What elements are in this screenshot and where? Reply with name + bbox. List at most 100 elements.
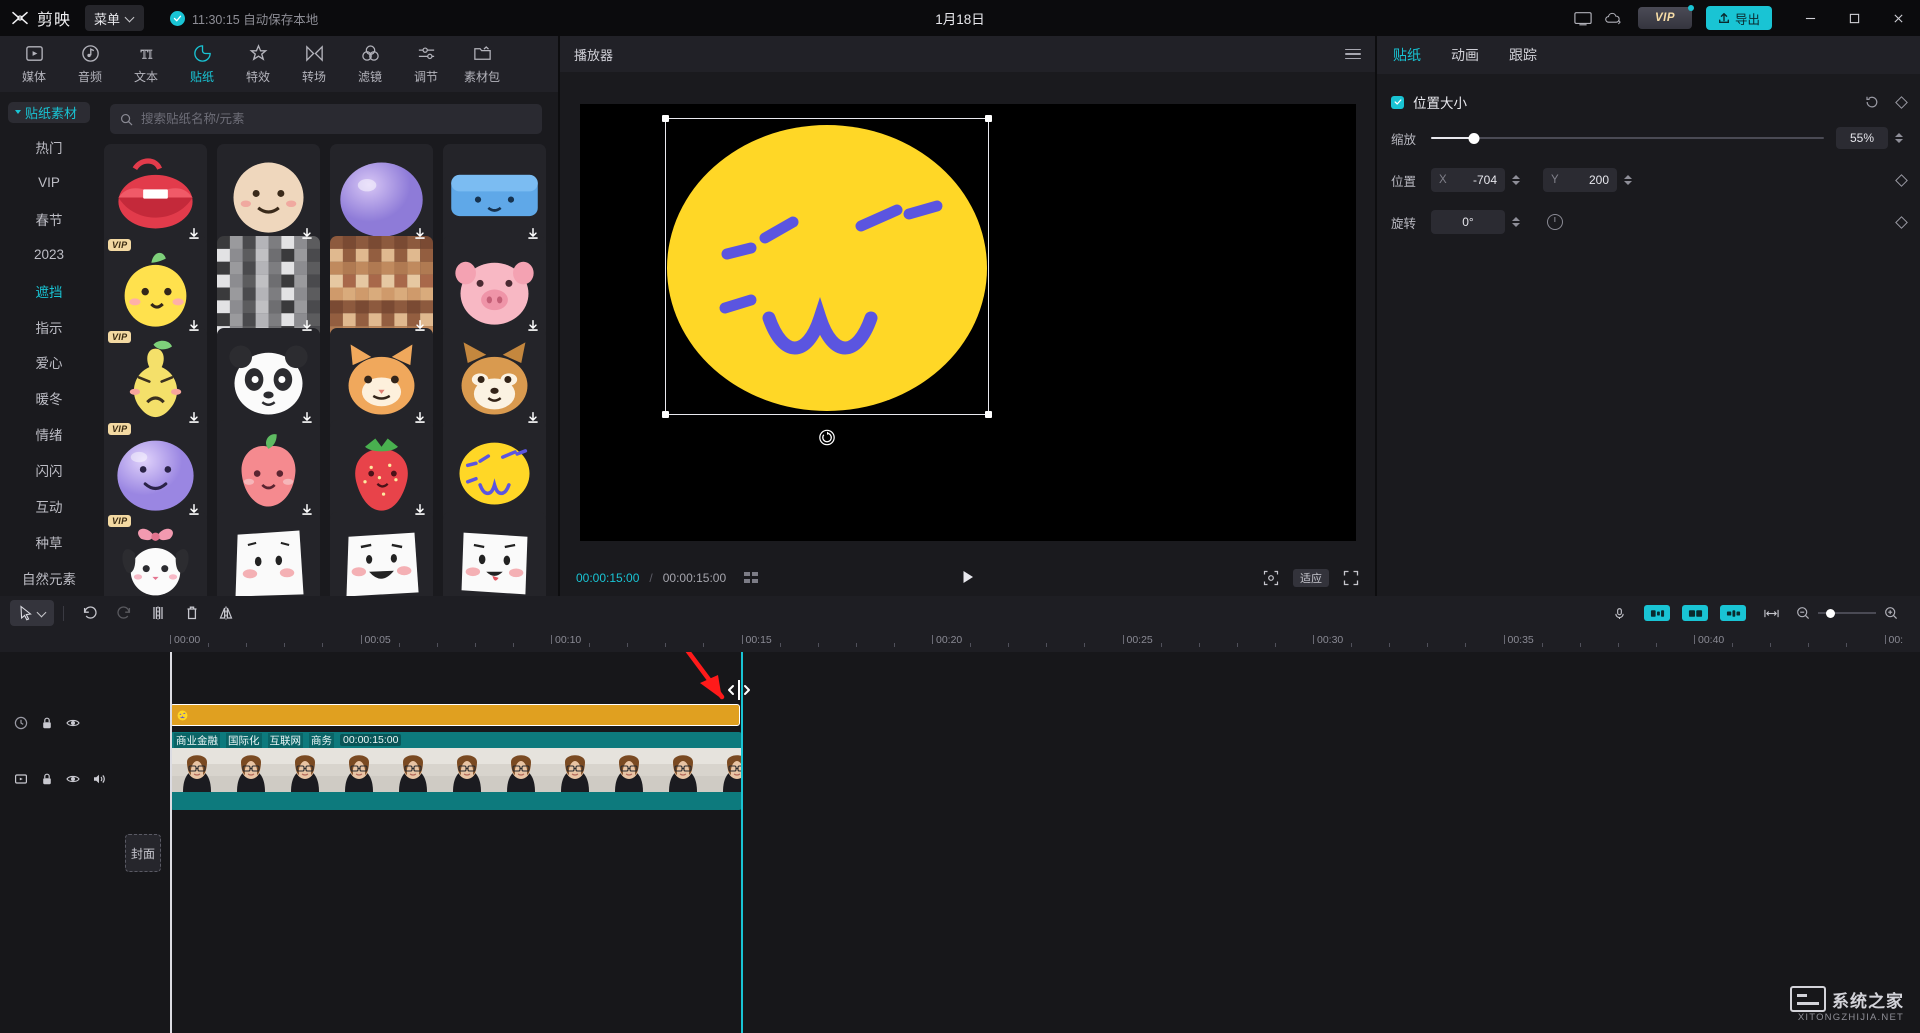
video-clip[interactable]: 商业金融 国际化 互联网 商务 00:00:15:00 (170, 732, 742, 810)
lock-icon[interactable] (40, 772, 54, 786)
search-input[interactable] (141, 112, 532, 126)
sidebar-item-recommend[interactable]: 种草 (0, 524, 98, 560)
sticker-purple-smile[interactable]: VIP (104, 420, 207, 523)
hamburger-icon[interactable] (1345, 46, 1361, 63)
zoom-slider-knob[interactable] (1826, 608, 1835, 618)
sticker-orange-cat[interactable] (330, 328, 433, 431)
selection-box[interactable] (661, 114, 992, 445)
download-icon[interactable] (412, 502, 427, 517)
reset-icon[interactable] (1865, 95, 1879, 109)
search-bar[interactable] (110, 104, 542, 134)
timeline-ruler[interactable]: 00:00 00:05 00:10 00:15 00:20 00:25 00:30 00:35… (0, 630, 1920, 652)
sticker-lips[interactable] (104, 144, 207, 247)
sticker-sad-pear[interactable]: VIP (104, 328, 207, 431)
tab-effects[interactable]: 特效 (230, 38, 286, 90)
rotation-field[interactable]: 0° (1431, 210, 1505, 234)
tab-tracking[interactable]: 跟踪 (1509, 45, 1537, 65)
download-icon[interactable] (412, 318, 427, 333)
download-icon[interactable] (299, 410, 314, 425)
adapt-tool[interactable] (1758, 605, 1784, 621)
position-y-field[interactable]: Y 200 (1543, 168, 1617, 192)
vip-badge-button[interactable]: VIP (1637, 5, 1694, 29)
category-header[interactable]: 贴纸素材 (8, 102, 90, 123)
undo-tool[interactable] (73, 600, 107, 626)
download-icon[interactable] (186, 318, 201, 333)
sidebar-item-sparkle[interactable]: 闪闪 (0, 452, 98, 488)
resize-handle-bottom-left[interactable] (661, 410, 669, 418)
download-icon[interactable] (525, 226, 540, 241)
tab-adjust[interactable]: 调节 (398, 38, 454, 90)
rotation-dial[interactable] (1547, 214, 1563, 230)
track-view-a[interactable] (1644, 605, 1670, 621)
sticker-tissue-shy[interactable] (217, 512, 320, 596)
tab-media[interactable]: 媒体 (6, 38, 62, 90)
scale-stepper[interactable] (1892, 133, 1906, 143)
delete-tool[interactable] (175, 600, 209, 626)
sidebar-item-love[interactable]: 爱心 (0, 344, 98, 380)
download-icon[interactable] (186, 410, 201, 425)
tab-animation[interactable]: 动画 (1451, 45, 1479, 65)
rotation-stepper[interactable] (1509, 217, 1523, 227)
tab-filter[interactable]: 滤镜 (342, 38, 398, 90)
download-icon[interactable] (186, 594, 201, 596)
download-icon[interactable] (186, 502, 201, 517)
sticker-yellow-bird[interactable]: VIP (104, 236, 207, 339)
mirror-tool[interactable] (209, 600, 243, 626)
zoom-in-icon[interactable] (1884, 606, 1898, 620)
eye-icon[interactable] (66, 772, 80, 786)
resize-handle-top-right[interactable] (984, 114, 992, 122)
video-track-icon[interactable] (14, 772, 28, 786)
sticker-bunny-bow[interactable]: VIP (104, 512, 207, 596)
rotation-keyframe-icon[interactable] (1895, 215, 1908, 229)
cover-button[interactable]: 封面 (125, 834, 161, 872)
eye-icon[interactable] (66, 716, 80, 730)
rotate-icon[interactable] (818, 429, 835, 446)
sticker-pig-face[interactable] (443, 236, 546, 339)
download-icon[interactable] (299, 226, 314, 241)
sidebar-item-2023[interactable]: 2023 (0, 237, 98, 273)
position-x-field[interactable]: X -704 (1431, 168, 1505, 192)
volume-icon[interactable] (92, 772, 106, 786)
sticker-panda[interactable] (217, 328, 320, 431)
sticker-purple-ball[interactable] (330, 144, 433, 247)
fullscreen-icon[interactable] (1343, 570, 1359, 586)
position-size-checkbox[interactable] (1391, 95, 1404, 109)
zoom-slider[interactable] (1818, 608, 1876, 618)
lock-icon[interactable] (40, 716, 54, 730)
download-icon[interactable] (299, 502, 314, 517)
redo-tool[interactable] (107, 600, 141, 626)
sidebar-item-mood[interactable]: 情绪 (0, 416, 98, 452)
track-view-c[interactable] (1720, 605, 1746, 621)
sidebar-item-indicate[interactable]: 指示 (0, 309, 98, 345)
keyframe-diamond-icon[interactable] (1895, 95, 1908, 109)
record-tool[interactable] (1606, 605, 1632, 621)
tab-audio[interactable]: 音频 (62, 38, 118, 90)
scale-slider[interactable] (1431, 129, 1824, 147)
crop-icon[interactable] (1263, 570, 1279, 586)
sticker-strawberry[interactable] (330, 420, 433, 523)
sticker-yellow-cute[interactable] (443, 420, 546, 523)
tab-material-pack[interactable]: 素材包 (454, 38, 510, 90)
tab-sticker-props[interactable]: 贴纸 (1393, 45, 1421, 65)
download-icon[interactable] (412, 226, 427, 241)
slider-knob[interactable] (1468, 132, 1480, 144)
sidebar-item-vip[interactable]: VIP (0, 165, 98, 201)
sidebar-item-spring-festival[interactable]: 春节 (0, 201, 98, 237)
sticker-beige-face[interactable] (217, 144, 320, 247)
sidebar-item-nature[interactable]: 自然元素 (0, 560, 98, 596)
select-tool[interactable] (10, 600, 54, 626)
resize-handle-bottom-right[interactable] (984, 410, 992, 418)
download-icon[interactable] (412, 410, 427, 425)
maximize-button[interactable] (1832, 0, 1876, 36)
monitor-icon[interactable] (1568, 5, 1598, 31)
sticker-tissue-tongue[interactable] (443, 512, 546, 596)
download-icon[interactable] (525, 318, 540, 333)
grid-icon[interactable] (744, 572, 760, 584)
tab-text[interactable]: TI 文本 (118, 38, 174, 90)
tab-transition[interactable]: 转场 (286, 38, 342, 90)
sidebar-item-cover[interactable]: 遮挡 (0, 273, 98, 309)
sticker-clip[interactable] (170, 704, 740, 726)
download-icon[interactable] (525, 594, 540, 596)
playhead[interactable] (170, 652, 172, 1033)
sticker-tissue-laugh[interactable] (330, 512, 433, 596)
